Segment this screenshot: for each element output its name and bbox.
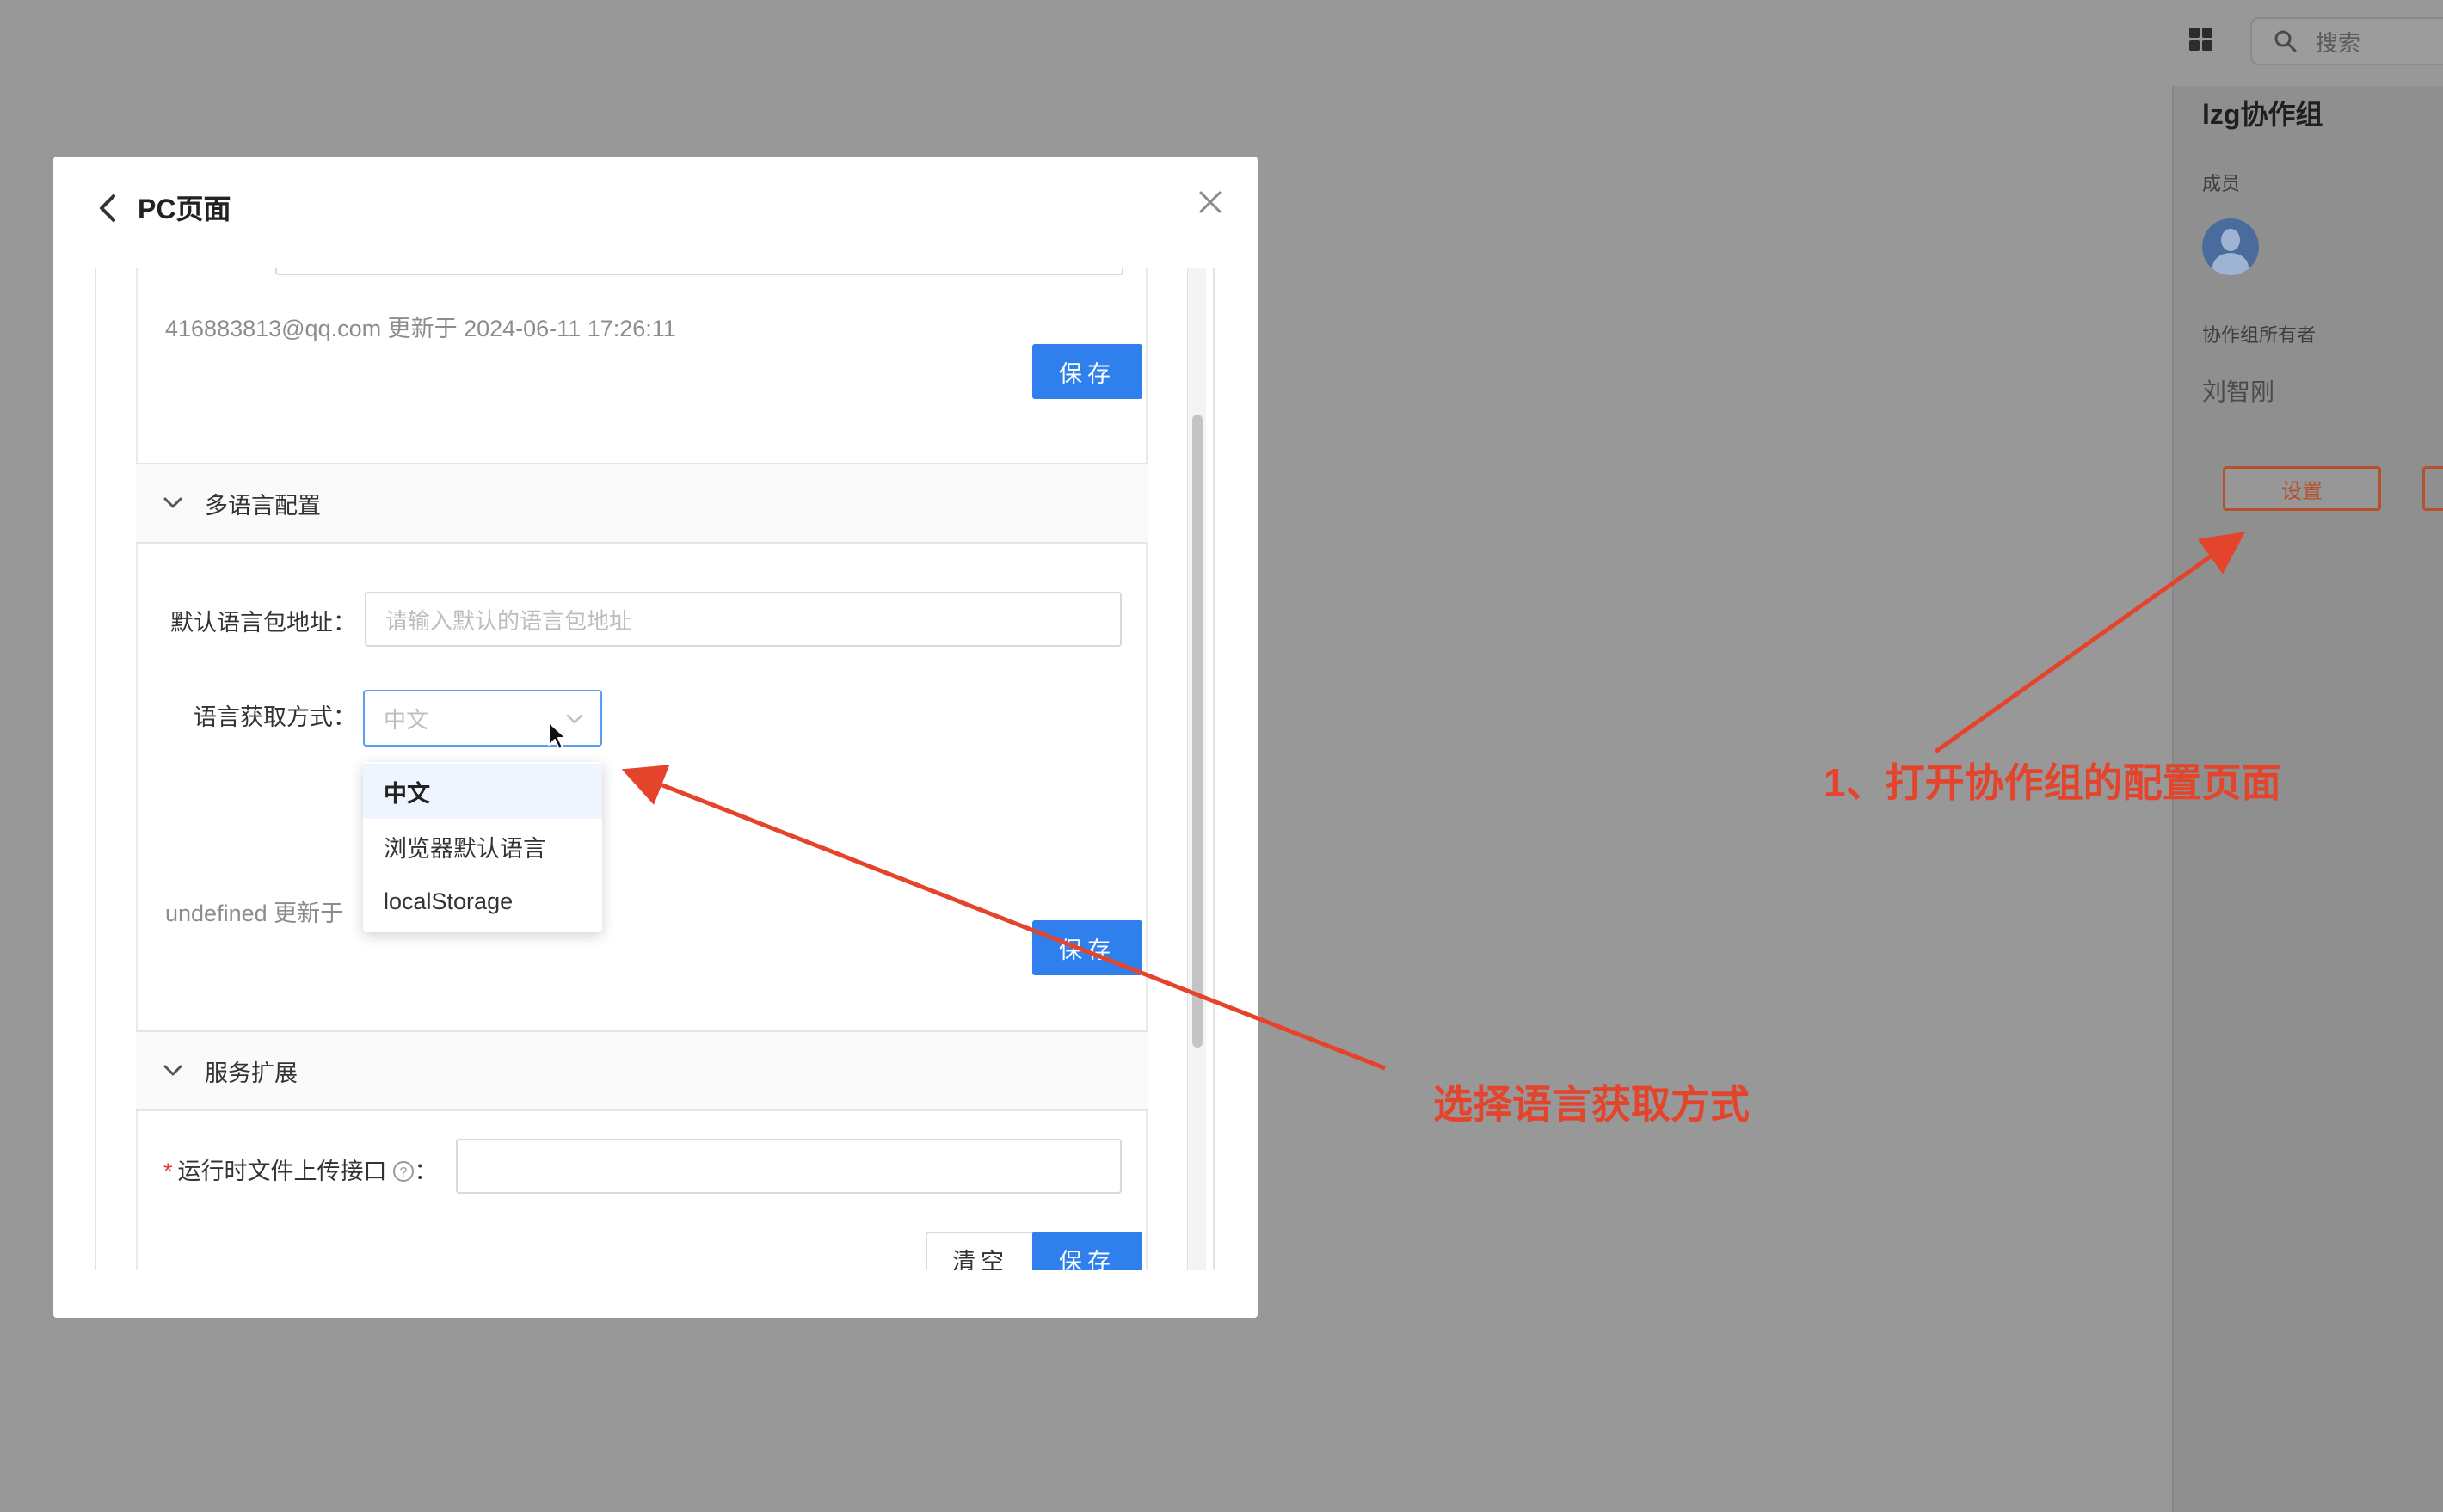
chevron-left-icon[interactable] (95, 191, 120, 225)
chevron-down-icon (163, 497, 182, 508)
save-button[interactable]: 保存 (1032, 344, 1142, 399)
lang-mode-dropdown: 中文 浏览器默认语言 localStorage (363, 762, 602, 932)
config-panel-top: 416883813@qq.com 更新于 2024-06-11 17:26:11… (136, 268, 1148, 464)
close-icon[interactable] (1196, 187, 1225, 217)
save-button[interactable]: 保存 (1032, 1232, 1142, 1270)
text-input-top[interactable] (275, 268, 1123, 275)
config-panel-i18n: 默认语言包地址： 请输入默认的语言包地址 语言获取方式： undefined 更… (136, 544, 1148, 1032)
group-title: lzg协作组 (2202, 99, 2323, 130)
mouse-pointer-icon (548, 722, 567, 750)
search-placeholder: 搜索 (2316, 29, 2361, 56)
members-label: 成员 (2202, 173, 2241, 194)
required-mark: * (163, 1159, 173, 1184)
config-panel-service: * 运行时文件上传接口? ： 清空 保存 (136, 1111, 1148, 1270)
section-header-service[interactable]: 服务扩展 (136, 1030, 1148, 1111)
modal-header: PC页面 (53, 157, 1258, 268)
upload-label-text: 运行时文件上传接口 (177, 1159, 387, 1184)
upload-endpoint-input[interactable] (456, 1139, 1122, 1194)
owner-name: 刘智刚 (2202, 378, 2275, 405)
update-meta: undefined 更新于 (165, 900, 344, 926)
settings-button[interactable]: 设置 (2223, 466, 2381, 511)
default-pack-input[interactable]: 请输入默认的语言包地址 (365, 592, 1122, 647)
scrollbar-thumb[interactable] (1192, 415, 1203, 1048)
section-title: 多语言配置 (205, 492, 321, 519)
annotation-step2: 选择语言获取方式 (1433, 1082, 1750, 1127)
modal-body: 416883813@qq.com 更新于 2024-06-11 17:26:11… (95, 268, 1215, 1270)
search-input[interactable]: 搜索 (2250, 17, 2443, 65)
dropdown-option[interactable]: localStorage (363, 874, 602, 929)
secondary-button[interactable] (2422, 466, 2443, 511)
chevron-down-icon (163, 1065, 182, 1076)
lang-mode-label: 语言获取方式： (194, 704, 356, 730)
dropdown-option[interactable]: 浏览器默认语言 (363, 819, 602, 874)
help-icon[interactable]: ? (392, 1160, 415, 1183)
svg-text:?: ? (399, 1165, 407, 1180)
annotation-step1: 1、打开协作组的配置页面 (1824, 760, 2281, 805)
grid-icon[interactable] (2189, 28, 2213, 52)
dropdown-option[interactable]: 中文 (363, 764, 602, 819)
section-title: 服务扩展 (205, 1060, 298, 1086)
user-avatar-icon[interactable] (2202, 218, 2259, 275)
modal-title: PC页面 (138, 194, 231, 224)
search-icon (2274, 30, 2297, 52)
update-meta: 416883813@qq.com 更新于 2024-06-11 17:26:11 (165, 316, 676, 341)
upload-colon: ： (414, 1159, 438, 1184)
upload-label: * 运行时文件上传接口? ： (163, 1152, 438, 1186)
section-header-i18n[interactable]: 多语言配置 (136, 463, 1148, 544)
default-pack-label: 默认语言包地址： (170, 610, 356, 636)
select-value: 中文 (384, 706, 429, 733)
input-placeholder: 请输入默认的语言包地址 (385, 607, 632, 634)
clear-button[interactable]: 清空 (926, 1232, 1036, 1270)
owner-label: 协作组所有者 (2202, 324, 2317, 346)
save-button[interactable]: 保存 (1032, 920, 1142, 975)
pc-page-modal: PC页面 416883813@qq.com 更新于 2024-06-11 17:… (53, 157, 1258, 1318)
